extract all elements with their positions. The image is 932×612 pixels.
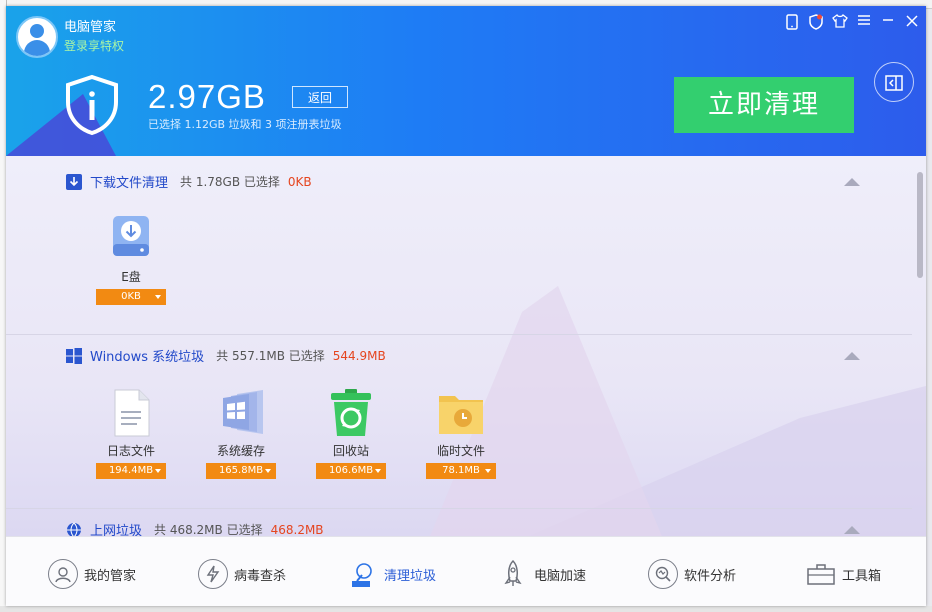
vacuum-icon — [348, 559, 378, 589]
dropdown-caret-icon — [485, 469, 491, 473]
recycle-bin-item[interactable]: 回收站 106.6MB — [311, 388, 391, 479]
nav-label: 病毒查杀 — [234, 568, 287, 584]
nav-label: 工具箱 — [842, 568, 882, 584]
section-total: 共 1.78GB 已选择 — [180, 175, 280, 189]
collapse-arrow-icon[interactable] — [844, 526, 860, 534]
temp-folder-icon — [437, 388, 485, 436]
butler-icon — [48, 559, 78, 589]
nav-label: 我的管家 — [84, 568, 137, 584]
section-header: 下载文件清理 共 1.78GB 已选择 0KB — [66, 172, 312, 191]
titlebar-controls — [784, 14, 920, 30]
section-title[interactable]: 上网垃圾 — [90, 520, 142, 536]
drive-download-icon — [107, 214, 155, 262]
collapse-arrow-icon[interactable] — [844, 178, 860, 186]
shield-icon — [64, 74, 120, 136]
item-label: E盘 — [121, 270, 141, 284]
clean-now-button[interactable]: 立即清理 — [674, 77, 854, 133]
dropdown-caret-icon — [265, 469, 271, 473]
section-title[interactable]: Windows 系统垃圾 — [90, 346, 204, 365]
nav-clean-junk[interactable]: 清理垃圾 — [348, 559, 436, 589]
size-value: 106.6MB — [328, 465, 374, 476]
dropdown-caret-icon — [375, 469, 381, 473]
size-dropdown[interactable]: 78.1MB — [426, 463, 496, 479]
e-drive-item[interactable]: E盘 0KB — [91, 214, 171, 305]
section-title[interactable]: 下载文件清理 — [90, 172, 168, 191]
bottom-navigation: 我的管家 病毒查杀 清理垃圾 电脑加速 软件分析 工具箱 — [6, 536, 926, 606]
size-value: 0KB — [121, 291, 141, 302]
size-dropdown[interactable]: 194.4MB — [96, 463, 166, 479]
phone-icon[interactable] — [784, 14, 800, 30]
virus-scan-icon — [198, 559, 228, 589]
shield-badge-icon[interactable] — [808, 14, 824, 30]
size-dropdown[interactable]: 0KB — [96, 289, 166, 305]
section-selected: 544.9MB — [332, 348, 386, 363]
section-selected: 0KB — [287, 174, 312, 189]
rocket-icon — [498, 559, 528, 589]
dropdown-caret-icon — [155, 469, 161, 473]
pc-manager-window: 电脑管家 登录享特权 2.97GB 返回 已选择 1.12GB 垃圾和 3 项注… — [6, 6, 926, 606]
section-total: 共 557.1MB 已选择 — [216, 349, 325, 363]
size-value: 165.8MB — [218, 465, 264, 476]
section-header: Windows 系统垃圾 共 557.1MB 已选择 544.9MB — [66, 346, 386, 365]
app-name: 电脑管家 — [64, 20, 117, 35]
size-dropdown[interactable]: 106.6MB — [316, 463, 386, 479]
scrollbar-thumb[interactable] — [917, 172, 923, 278]
size-value: 194.4MB — [108, 465, 154, 476]
nav-label: 软件分析 — [684, 568, 737, 584]
nav-pc-speedup[interactable]: 电脑加速 — [498, 559, 586, 589]
globe-icon — [66, 522, 82, 536]
minimize-icon[interactable] — [880, 14, 896, 30]
total-junk-size: 2.97GB — [148, 78, 266, 115]
item-label: 系统缓存 — [216, 444, 265, 458]
nav-label: 清理垃圾 — [384, 568, 437, 584]
item-label: 临时文件 — [436, 444, 485, 458]
background-window-bottom — [0, 606, 932, 612]
item-label: 回收站 — [332, 444, 369, 458]
system-cache-item[interactable]: 系统缓存 165.8MB — [201, 388, 281, 479]
nav-my-butler[interactable]: 我的管家 — [48, 559, 136, 589]
selection-summary: 已选择 1.12GB 垃圾和 3 项注册表垃圾 — [148, 118, 342, 131]
results-panel: 下载文件清理 共 1.78GB 已选择 0KB E盘 0KB Windows 系… — [6, 156, 926, 536]
avatar[interactable] — [16, 16, 58, 58]
collapse-panel-icon[interactable] — [874, 62, 914, 102]
section-divider — [6, 508, 912, 509]
size-value: 78.1MB — [442, 465, 480, 476]
temp-files-item[interactable]: 临时文件 78.1MB — [421, 388, 501, 479]
nav-software-analysis[interactable]: 软件分析 — [648, 559, 736, 589]
log-files-item[interactable]: 日志文件 194.4MB — [91, 388, 171, 479]
item-label: 日志文件 — [106, 444, 155, 458]
windows-logo-icon — [66, 347, 82, 364]
download-icon — [66, 173, 82, 190]
nav-virus-scan[interactable]: 病毒查杀 — [198, 559, 286, 589]
analysis-icon — [648, 559, 678, 589]
back-button[interactable]: 返回 — [292, 86, 348, 108]
header-banner: 电脑管家 登录享特权 2.97GB 返回 已选择 1.12GB 垃圾和 3 项注… — [6, 6, 926, 156]
windows-cache-icon — [217, 388, 265, 436]
toolbox-icon — [806, 559, 836, 589]
nav-toolbox[interactable]: 工具箱 — [806, 559, 881, 589]
document-icon — [107, 388, 155, 437]
section-selected: 468.2MB — [270, 522, 324, 537]
section-header: 上网垃圾 共 468.2MB 已选择 468.2MB — [66, 520, 324, 536]
section-total: 共 468.2MB 已选择 — [154, 523, 263, 536]
login-link[interactable]: 登录享特权 — [64, 37, 124, 54]
close-icon[interactable] — [904, 14, 920, 30]
dropdown-caret-icon — [155, 295, 161, 299]
nav-label: 电脑加速 — [534, 568, 587, 584]
skin-tshirt-icon[interactable] — [832, 14, 848, 30]
section-divider — [6, 334, 912, 335]
size-dropdown[interactable]: 165.8MB — [206, 463, 276, 479]
collapse-arrow-icon[interactable] — [844, 352, 860, 360]
recycle-bin-icon — [327, 388, 375, 436]
menu-icon[interactable] — [856, 14, 872, 30]
